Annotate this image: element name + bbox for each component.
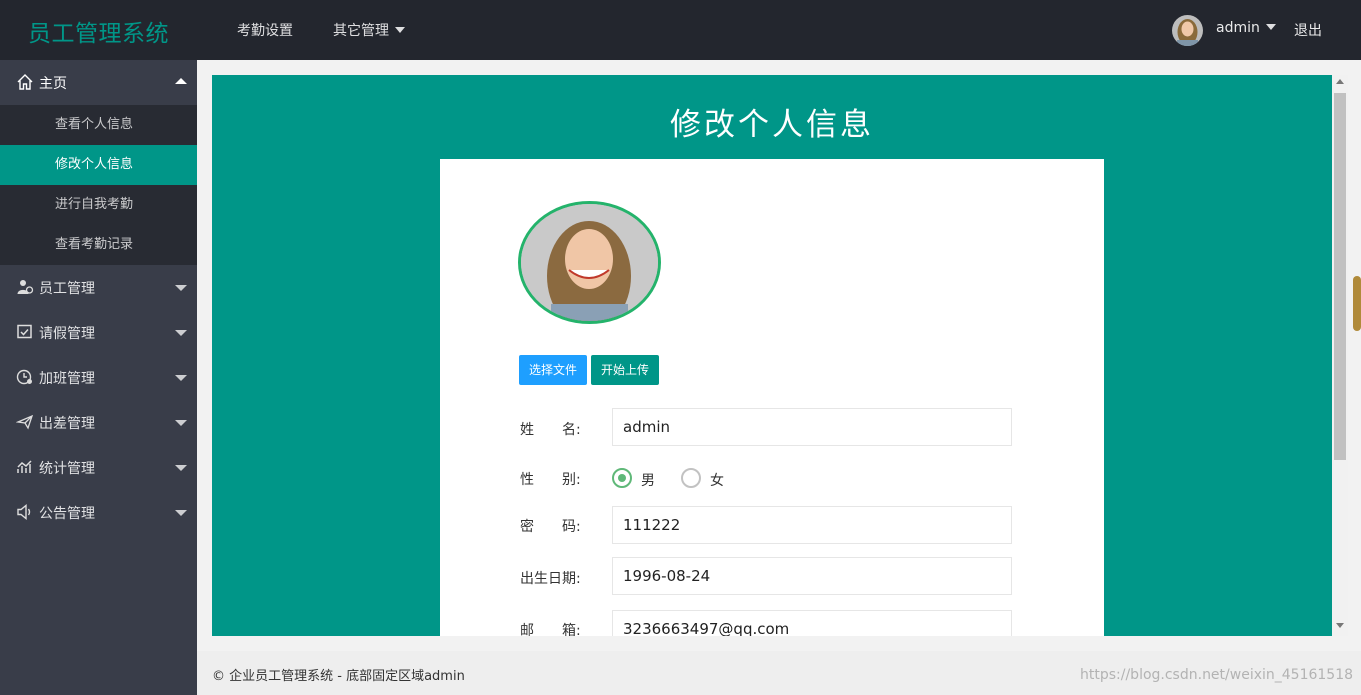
nav-attendance-settings[interactable]: 考勤设置 [237, 20, 293, 40]
app-logo[interactable]: 员工管理系统 [28, 14, 169, 48]
gender-label: 性 别: [520, 472, 581, 488]
profile-form-card: 选择文件 开始上传 姓 名: admin 性 别: 男 女 密 码: 11122… [440, 159, 1104, 636]
avatar[interactable] [1172, 15, 1203, 46]
sidebar-item-leave[interactable]: 请假管理 [0, 310, 197, 355]
gender-male-radio[interactable] [612, 468, 632, 488]
sidebar-item-employees[interactable]: 员工管理 [0, 265, 197, 310]
sidebar-subitem-view-info[interactable]: 查看个人信息 [0, 105, 197, 145]
clock-icon [16, 369, 32, 385]
email-label: 邮 箱: [520, 623, 581, 636]
gender-male-label: 男 [641, 473, 655, 489]
gender-female-label: 女 [710, 473, 724, 489]
password-input[interactable]: 111222 [612, 506, 1012, 544]
user-menu[interactable]: admin [1216, 20, 1276, 36]
sidebar-item-label: 加班管理 [39, 371, 95, 387]
watermark: https://blog.csdn.net/weixin_45161518 [1080, 667, 1354, 683]
sidebar-item-label: 请假管理 [39, 326, 95, 342]
scroll-up-arrow-icon[interactable] [1336, 79, 1344, 84]
password-label: 密 码: [520, 519, 581, 535]
sidebar-item-label: 公告管理 [39, 506, 95, 522]
choose-file-button[interactable]: 选择文件 [519, 355, 588, 385]
sidebar-item-label: 统计管理 [39, 461, 95, 477]
plane-icon [16, 414, 34, 430]
nav-other-management[interactable]: 其它管理 [333, 20, 405, 40]
user-icon [17, 280, 34, 294]
top-header: 员工管理系统 考勤设置 其它管理 admin 退出 [0, 0, 1361, 60]
home-icon [17, 74, 33, 90]
sidebar-subitem-self-attendance[interactable]: 进行自我考勤 [0, 185, 197, 225]
sidebar: 主页 查看个人信息 修改个人信息 进行自我考勤 查看考勤记录 员工管理 请假管理… [0, 60, 197, 695]
birth-date-label: 出生日期: [520, 571, 581, 587]
nav-label: 考勤设置 [237, 23, 293, 39]
page-title: 修改个人信息 [670, 107, 874, 143]
gender-female-radio[interactable] [681, 468, 701, 488]
calendar-check-icon [17, 324, 32, 339]
sidebar-subitem-edit-info[interactable]: 修改个人信息 [0, 145, 197, 185]
sidebar-item-label: 主页 [39, 76, 67, 92]
chevron-down-icon [175, 420, 187, 426]
sidebar-item-overtime[interactable]: 加班管理 [0, 355, 197, 400]
footer-text: © 企业员工管理系统 - 底部固定区域admin [212, 669, 465, 684]
name-label: 姓 名: [520, 422, 581, 438]
sidebar-item-label: 出差管理 [39, 416, 95, 432]
sidebar-item-business-trip[interactable]: 出差管理 [0, 400, 197, 445]
name-input[interactable]: admin [612, 408, 1012, 446]
sidebar-item-statistics[interactable]: 统计管理 [0, 445, 197, 490]
chevron-up-icon [175, 78, 187, 84]
chart-icon [17, 460, 32, 473]
page-scrollbar-thumb[interactable] [1353, 276, 1361, 331]
scroll-down-arrow-icon[interactable] [1336, 623, 1344, 628]
chevron-down-icon [175, 375, 187, 381]
profile-photo [518, 201, 661, 324]
chevron-down-icon [175, 285, 187, 291]
sidebar-item-home[interactable]: 主页 [0, 60, 197, 105]
speaker-icon [17, 504, 31, 520]
start-upload-button[interactable]: 开始上传 [591, 355, 660, 385]
email-input[interactable]: 3236663497@qq.com [612, 610, 1012, 636]
chevron-down-icon [175, 510, 187, 516]
sidebar-subitem-attendance-records[interactable]: 查看考勤记录 [0, 225, 197, 265]
sidebar-item-announcements[interactable]: 公告管理 [0, 490, 197, 535]
chevron-down-icon [175, 330, 187, 336]
content-scrollbar[interactable] [1332, 75, 1348, 636]
chevron-down-icon [395, 27, 405, 33]
logout-link[interactable]: 退出 [1294, 20, 1322, 40]
content-area: 修改个人信息 选择文件 开始上传 姓 名: admin 性 别: 男 女 密 码… [212, 75, 1332, 636]
nav-label: 其它管理 [333, 23, 389, 39]
chevron-down-icon [175, 465, 187, 471]
scrollbar-thumb[interactable] [1334, 93, 1346, 460]
sidebar-item-label: 员工管理 [39, 281, 95, 297]
birth-date-input[interactable]: 1996-08-24 [612, 557, 1012, 595]
sidebar-submenu-home: 查看个人信息 修改个人信息 进行自我考勤 查看考勤记录 [0, 105, 197, 265]
user-name: admin [1216, 20, 1260, 36]
chevron-down-icon [1265, 24, 1276, 30]
